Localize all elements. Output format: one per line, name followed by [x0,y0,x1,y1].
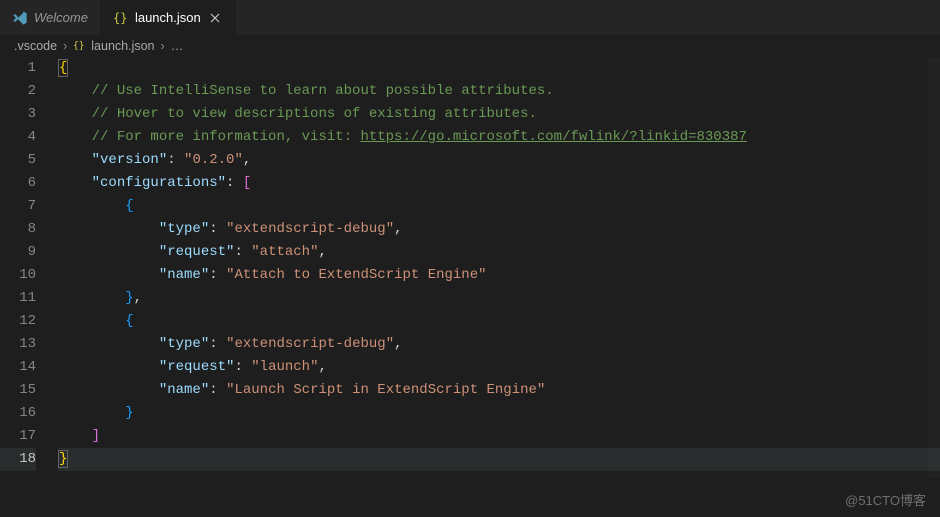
tab-label: launch.json [135,10,201,25]
json-key: "version" [92,152,168,168]
vscode-icon [12,10,28,26]
json-string: "Attach to ExtendScript Engine" [226,267,486,283]
breadcrumb-more[interactable]: … [171,39,184,53]
json-key: "type" [159,221,209,237]
brace: } [58,450,68,468]
brace: { [58,59,68,77]
brace: } [125,405,133,421]
json-key: "configurations" [92,175,226,191]
comment: // For more information, visit: [92,129,361,145]
json-string: "Launch Script in ExtendScript Engine" [226,382,545,398]
json-key: "request" [159,244,235,260]
scrollbar[interactable] [928,57,940,477]
json-string: "attach" [251,244,318,260]
breadcrumb-file[interactable]: launch.json [91,39,154,53]
breadcrumb[interactable]: .vscode › {} launch.json › … [0,35,940,57]
close-icon[interactable] [207,10,223,26]
line-gutter: 1234 5678 9101112 13141516 1718 [0,57,58,471]
brace: { [125,198,133,214]
comment: // Hover to view descriptions of existin… [92,106,537,122]
breadcrumb-folder[interactable]: .vscode [14,39,57,53]
json-icon: {} [113,10,129,26]
svg-text:{}: {} [113,11,127,25]
tab-welcome[interactable]: Welcome [0,0,101,35]
json-string: "0.2.0" [184,152,243,168]
code-area[interactable]: { // Use IntelliSense to learn about pos… [58,57,940,471]
comment: // Use IntelliSense to learn about possi… [92,83,554,99]
json-string: "extendscript-debug" [226,336,394,352]
comment-link[interactable]: https://go.microsoft.com/fwlink/?linkid=… [360,129,746,145]
bracket: [ [243,175,251,191]
json-string: "launch" [251,359,318,375]
json-icon: {} [73,39,87,53]
tab-launch-json[interactable]: {} launch.json [101,0,236,35]
svg-text:{}: {} [73,41,85,52]
json-string: "extendscript-debug" [226,221,394,237]
json-key: "name" [159,267,209,283]
chevron-right-icon: › [63,39,67,53]
json-key: "request" [159,359,235,375]
tab-label: Welcome [34,10,88,25]
tab-bar: Welcome {} launch.json [0,0,940,35]
json-key: "type" [159,336,209,352]
brace: } [125,290,133,306]
brace: { [125,313,133,329]
json-key: "name" [159,382,209,398]
bracket: ] [92,428,100,444]
chevron-right-icon: › [161,39,165,53]
watermark: @51CTO博客 [845,490,926,509]
editor[interactable]: 1234 5678 9101112 13141516 1718 { // Use… [0,57,940,471]
